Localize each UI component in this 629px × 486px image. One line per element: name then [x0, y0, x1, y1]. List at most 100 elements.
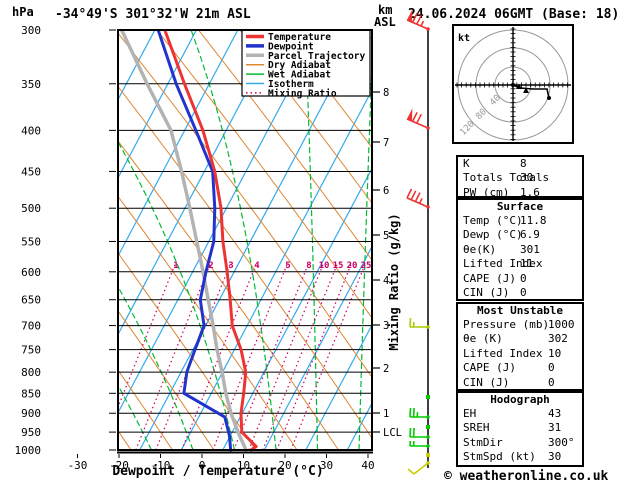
stat-box-hodograph: Hodograph EH 43 SREH 31 StmDir 300° StmSpd (kt)…: [456, 391, 584, 467]
stat-box-title: Hodograph: [490, 393, 550, 406]
x-axis-label: Dewpoint / Temperature (°C): [112, 464, 324, 479]
chart-legend: TemperatureDewpointParcel TrajectoryDry …: [241, 29, 371, 99]
dry-adiabat-line: [119, 431, 132, 451]
stat-label: Lifted Index: [463, 346, 543, 360]
wind-barb-feather: [409, 427, 412, 438]
stat-value: 30: [548, 450, 562, 464]
pressure-tick-label: 400: [21, 124, 41, 137]
stat-label: CAPE (J): [463, 271, 516, 285]
hodograph-trace-start-dot: [511, 83, 515, 87]
stat-label: StmDir: [463, 435, 503, 449]
mixing-ratio-label: 20: [347, 261, 358, 271]
pressure-tick-label: 750: [21, 344, 41, 357]
mixing-ratio-label: 8: [306, 261, 311, 271]
wind-barb-feather: [412, 427, 415, 438]
stat-label: θe (K): [463, 332, 503, 346]
stat-value: 301: [520, 242, 540, 256]
wind-barb-feather: [411, 13, 418, 23]
stat-label: EH: [463, 407, 477, 420]
pressure-tick-label: 800: [21, 366, 41, 379]
stat-value: 11: [520, 257, 534, 271]
wind-barb-feather: [406, 188, 413, 199]
mixing-ratio-label: 1: [173, 261, 178, 271]
wind-barb: [406, 9, 430, 31]
stat-label: θe(K): [463, 242, 497, 256]
wet-adiabat-line: [401, 30, 426, 450]
stat-row: CIN (J) 0: [458, 376, 582, 390]
stat-row: Lifted Index 10: [458, 347, 582, 361]
km-tick-label: 8: [383, 87, 389, 99]
stat-row: StmSpd (kt) 30: [458, 450, 582, 464]
stat-label: Temp (°C): [463, 214, 523, 227]
stat-row: θe(K) 301: [458, 243, 582, 257]
pressure-tick-label: 300: [21, 24, 41, 37]
wind-barb-pennant: [407, 108, 413, 122]
wet-adiabat-line: [0, 30, 110, 450]
stat-value: 0: [548, 375, 555, 389]
stat-box-title: Surface: [496, 200, 544, 213]
wind-barb-half-feather: [420, 20, 425, 27]
mixing-ratio-label: 5: [285, 261, 290, 271]
stat-row: Totals Totals 30: [458, 171, 582, 185]
stat-label: Pressure (mb): [463, 318, 550, 331]
wind-barb-half-feather: [418, 198, 423, 204]
stat-box-title: Most Unstable: [476, 304, 564, 317]
stat-value: 31: [548, 421, 562, 435]
pressure-tick-label: 500: [21, 202, 41, 215]
pressure-tick-label: 850: [21, 387, 41, 400]
stat-label: PW (cm): [463, 185, 510, 199]
wind-barb-feather: [409, 407, 412, 418]
km-tick-label: 6: [383, 185, 389, 197]
mixing-ratio-label: 25: [361, 261, 372, 271]
stat-row: θe (K) 302: [458, 332, 582, 346]
pressure-tick-label: 600: [21, 266, 41, 279]
wind-barb: [406, 108, 430, 130]
mixing-ratio-line: [248, 261, 325, 451]
km-tick-label: LCL: [383, 427, 402, 439]
mixing-ratio-label: 4: [254, 261, 260, 271]
stat-label: SREH: [463, 421, 490, 435]
wind-barb: [409, 441, 430, 448]
stat-row: StmDir 300°: [458, 436, 582, 450]
wind-barb-feather: [407, 468, 415, 475]
mixing-ratio-axis-label: Mixing Ratio (g/kg): [387, 213, 401, 351]
stat-value: 10: [548, 346, 562, 360]
temp-tick-label: 40: [361, 459, 374, 472]
wind-barb-feather: [410, 190, 417, 201]
isotherm-line: [0, 30, 113, 450]
wind-barb-shaft: [406, 197, 429, 208]
stat-value: 0: [548, 361, 555, 375]
wind-barb-dot: [426, 425, 430, 429]
stat-label: Dewp (°C): [463, 228, 523, 242]
legend-label-mixing_ratio: Mixing Ratio: [268, 88, 337, 99]
sounding-curves: [120, 31, 258, 452]
wind-barb: [409, 317, 430, 329]
stat-value: 30: [520, 171, 534, 185]
stat-value: 300°: [548, 435, 575, 449]
stat-value: 0: [520, 271, 527, 285]
stat-row: K8: [458, 157, 582, 171]
pressure-tick-label: 450: [21, 165, 41, 178]
wind-barb-feather: [416, 14, 423, 25]
stat-box-indices: K 8 Totals Totals 30 PW (cm) 1.6: [456, 155, 584, 199]
stat-box-surface: Surface Temp (°C) 11.8 Dewp (°C) 6.9 θe(K) 301…: [456, 198, 584, 301]
dewpoint-curve: [156, 31, 233, 452]
mixing-ratio-label: 3: [228, 261, 233, 271]
stat-value: 8: [520, 157, 527, 170]
pressure-tick-label: 550: [21, 235, 41, 248]
dry-adiabat-line: [0, 30, 90, 450]
wind-barb-dot: [426, 453, 430, 457]
km-tick-label: 2: [383, 363, 389, 375]
stat-row: SREH 31: [458, 421, 582, 435]
wind-barb-feather: [412, 407, 415, 418]
wind-barb: [407, 461, 430, 475]
mixing-ratio-line: [290, 261, 367, 451]
stat-label: CIN (J): [463, 375, 510, 389]
stat-label: StmSpd (kt): [463, 450, 536, 464]
stat-row: CAPE (J) 0: [458, 272, 582, 286]
pressure-tick-label: 950: [21, 426, 41, 439]
hodograph-unit-label: kt: [458, 33, 470, 44]
stat-value: 1000: [548, 318, 575, 331]
stat-row: Pressure (mb) 1000: [458, 318, 582, 332]
stat-row: EH 43: [458, 407, 582, 421]
